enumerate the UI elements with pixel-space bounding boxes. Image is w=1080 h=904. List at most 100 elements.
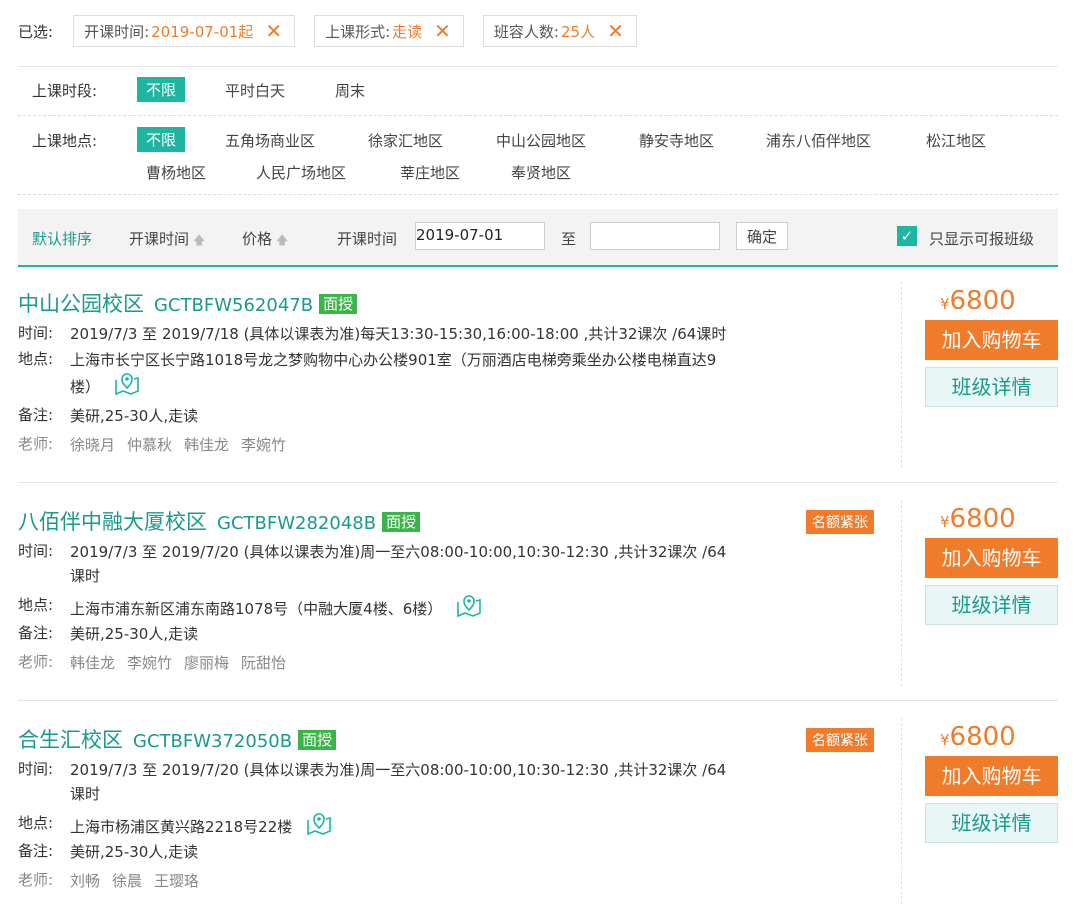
selected-tag-class-size[interactable]: 班容人数: 25人 ✕ <box>482 15 637 47</box>
time-value: 2019/7/3 至 2019/7/20 (具体以课表为准)周一至六08:00-… <box>70 543 727 585</box>
close-icon[interactable]: ✕ <box>434 21 451 41</box>
location-option[interactable]: 奉贤地区 <box>511 162 571 183</box>
price: ¥6800 <box>940 286 1016 316</box>
divider <box>18 700 1058 701</box>
location-option[interactable]: 莘庄地区 <box>400 162 460 183</box>
teacher-list: 徐晓月 仲慕秋 韩佳龙 李婉竹 <box>70 433 740 457</box>
selected-label: 已选: <box>18 22 54 41</box>
vertical-divider <box>901 718 902 904</box>
note-label: 备注: <box>18 406 54 424</box>
note-value: 美研,25-30人,走读 <box>70 407 199 425</box>
map-pin-icon[interactable] <box>114 372 140 403</box>
date-from-input[interactable]: 2019-07-01 <box>415 222 545 250</box>
divider <box>18 115 1058 116</box>
location-option[interactable]: 五角场商业区 <box>225 130 315 151</box>
class-details-button[interactable]: 班级详情 <box>925 803 1058 843</box>
class-details-button[interactable]: 班级详情 <box>925 367 1058 407</box>
only-available-label[interactable]: 只显示可报班级 <box>929 228 1034 249</box>
course-code: GCTBFW372050B <box>133 731 293 752</box>
teacher-name[interactable]: 李婉竹 <box>241 436 286 454</box>
selected-tag-start-time[interactable]: 开课时间: 2019-07-01起 ✕ <box>73 15 296 47</box>
campus-name[interactable]: 合生汇校区 <box>18 728 123 752</box>
confirm-button[interactable]: 确定 <box>736 222 789 250</box>
teacher-name[interactable]: 韩佳龙 <box>70 654 115 672</box>
note-label: 备注: <box>18 624 54 642</box>
checkbox-checked-icon[interactable]: ✓ <box>897 226 917 246</box>
place-label: 地点: <box>18 596 54 614</box>
sort-price[interactable]: 价格 🡅 <box>242 228 288 252</box>
teacher-name[interactable]: 阮甜怡 <box>241 654 286 672</box>
teacher-list: 刘畅 徐晨 王璎珞 <box>70 869 740 893</box>
teacher-name[interactable]: 仲慕秋 <box>127 436 172 454</box>
location-option-any[interactable]: 不限 <box>137 127 186 152</box>
place-value: 上海市杨浦区黄兴路2218号22楼 <box>70 812 740 843</box>
map-pin-icon[interactable] <box>306 812 332 843</box>
mode-badge: 面授 <box>298 730 337 750</box>
class-details-button[interactable]: 班级详情 <box>925 585 1058 625</box>
teacher-name[interactable]: 王璎珞 <box>154 872 199 890</box>
course-title[interactable]: 八佰伴中融大厦校区 GCTBFW282048B 面授 <box>18 506 421 536</box>
course-title[interactable]: 中山公园校区 GCTBFW562047B 面授 <box>18 288 358 318</box>
tag-value: 25人 <box>560 22 596 41</box>
teacher-label: 老师: <box>18 653 54 671</box>
location-option[interactable]: 人民广场地区 <box>256 162 346 183</box>
sort-default[interactable]: 默认排序 <box>32 228 92 249</box>
location-option[interactable]: 徐家汇地区 <box>368 130 443 151</box>
location-option[interactable]: 松江地区 <box>926 130 986 151</box>
course-title[interactable]: 合生汇校区 GCTBFW372050B 面授 <box>18 724 337 754</box>
currency-symbol: ¥ <box>940 513 950 531</box>
location-option[interactable]: 中山公园地区 <box>496 130 586 151</box>
tag-key: 上课形式: <box>325 22 391 41</box>
map-pin-icon[interactable] <box>456 594 482 625</box>
limited-seats-badge: 名额紧张 <box>806 728 874 752</box>
tag-value: 走读 <box>392 22 423 41</box>
time-label: 时间: <box>18 324 54 342</box>
campus-name[interactable]: 中山公园校区 <box>18 292 144 316</box>
vertical-divider <box>901 500 902 686</box>
teacher-name[interactable]: 廖丽梅 <box>184 654 229 672</box>
teacher-name[interactable]: 徐晓月 <box>70 436 115 454</box>
date-filter-label: 开课时间 <box>337 230 398 248</box>
price: ¥6800 <box>940 722 1016 752</box>
date-to-input[interactable] <box>590 222 720 250</box>
teacher-name[interactable]: 徐晨 <box>112 872 142 890</box>
course-code: GCTBFW282048B <box>217 513 377 534</box>
location-option[interactable]: 曹杨地区 <box>146 162 206 183</box>
place-label: 地点: <box>18 814 54 832</box>
price-value: 6800 <box>949 286 1016 316</box>
close-icon[interactable]: ✕ <box>265 21 282 41</box>
period-label: 上课时段: <box>32 82 98 100</box>
teacher-name[interactable]: 刘畅 <box>70 872 100 890</box>
place-value: 上海市浦东新区浦东南路1078号（中融大厦4楼、6楼） <box>70 594 740 625</box>
currency-symbol: ¥ <box>940 295 950 313</box>
date-to-separator: 至 <box>561 230 577 248</box>
place-value: 上海市长宁区长宁路1018号龙之梦购物中心办公楼901室（万丽酒店电梯旁乘坐办公… <box>70 348 735 403</box>
price: ¥6800 <box>940 504 1016 534</box>
sort-start-time[interactable]: 开课时间 🡅 <box>129 228 205 252</box>
period-option-weekday[interactable]: 平时白天 <box>225 80 285 101</box>
price-value: 6800 <box>949 504 1016 534</box>
period-option-weekend[interactable]: 周末 <box>335 80 365 101</box>
period-option-any[interactable]: 不限 <box>137 77 186 102</box>
time-label: 时间: <box>18 542 54 560</box>
arrow-up-icon: 🡅 <box>193 233 206 247</box>
time-value: 2019/7/3 至 2019/7/18 (具体以课表为准)每天13:30-15… <box>70 325 727 343</box>
add-to-cart-button[interactable]: 加入购物车 <box>925 320 1058 360</box>
note-value: 美研,25-30人,走读 <box>70 843 199 861</box>
teacher-name[interactable]: 韩佳龙 <box>184 436 229 454</box>
note-value: 美研,25-30人,走读 <box>70 625 199 643</box>
time-label: 时间: <box>18 760 54 778</box>
location-option[interactable]: 静安寺地区 <box>639 130 714 151</box>
campus-name[interactable]: 八佰伴中融大厦校区 <box>18 510 207 534</box>
sort-bar: 默认排序 开课时间 🡅 价格 🡅 开课时间 2019-07-01 至 确定 ✓ 只显… <box>18 209 1058 267</box>
add-to-cart-button[interactable]: 加入购物车 <box>925 756 1058 796</box>
tag-key: 班容人数: <box>493 22 559 41</box>
close-icon[interactable]: ✕ <box>607 21 624 41</box>
limited-seats-badge: 名额紧张 <box>806 510 874 534</box>
sort-start-time-label: 开课时间 <box>129 230 190 248</box>
note-label: 备注: <box>18 842 54 860</box>
selected-tag-mode[interactable]: 上课形式: 走读 ✕ <box>314 15 464 47</box>
add-to-cart-button[interactable]: 加入购物车 <box>925 538 1058 578</box>
teacher-name[interactable]: 李婉竹 <box>127 654 172 672</box>
location-option[interactable]: 浦东八佰伴地区 <box>766 130 871 151</box>
